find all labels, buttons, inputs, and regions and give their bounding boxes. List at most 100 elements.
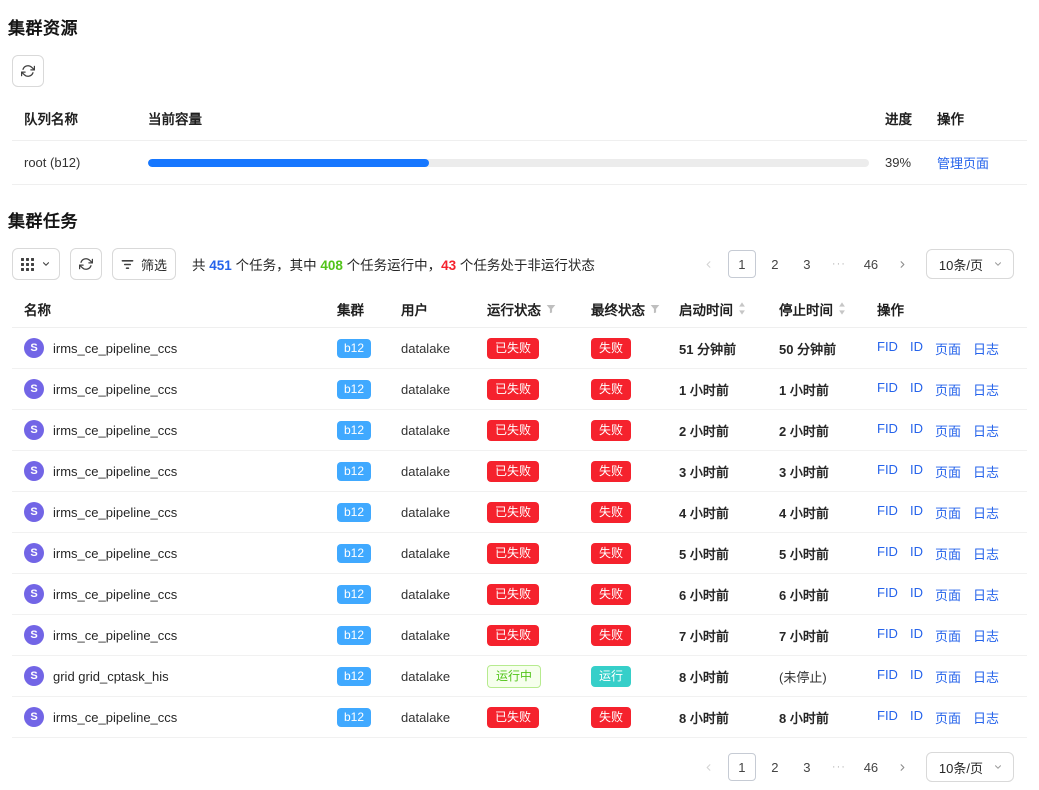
page-link[interactable]: 页面	[935, 462, 961, 481]
next-page-button[interactable]	[890, 251, 916, 277]
page-link[interactable]: 页面	[935, 503, 961, 522]
log-link[interactable]: 日志	[973, 421, 999, 440]
id-link[interactable]: ID	[910, 585, 923, 604]
page-link[interactable]: 页面	[935, 421, 961, 440]
id-link[interactable]: ID	[910, 544, 923, 563]
chevron-down-icon	[41, 259, 51, 269]
next-page-button[interactable]	[890, 754, 916, 780]
user-cell: datalake	[401, 382, 487, 397]
cluster-tag: b12	[337, 585, 371, 604]
id-link[interactable]: ID	[910, 667, 923, 686]
page-button-last[interactable]: 46	[858, 251, 884, 277]
user-cell: datalake	[401, 341, 487, 356]
id-link[interactable]: ID	[910, 503, 923, 522]
resources-table-header: 队列名称 当前容量 进度 操作	[12, 95, 1027, 141]
page-link[interactable]: 页面	[935, 708, 961, 727]
page-button-3[interactable]: 3	[794, 251, 820, 277]
start-time-header-label: 启动时间	[679, 299, 733, 319]
fid-link[interactable]: FID	[877, 544, 898, 563]
page-size-select[interactable]: 10条/页	[926, 752, 1014, 782]
log-link[interactable]: 日志	[973, 380, 999, 399]
fid-link[interactable]: FID	[877, 339, 898, 358]
column-settings-button[interactable]	[12, 248, 60, 280]
fid-link[interactable]: FID	[877, 503, 898, 522]
log-link[interactable]: 日志	[973, 462, 999, 481]
fid-link[interactable]: FID	[877, 585, 898, 604]
page-button-1[interactable]: 1	[728, 753, 756, 781]
id-link[interactable]: ID	[910, 462, 923, 481]
log-link[interactable]: 日志	[973, 708, 999, 727]
id-link[interactable]: ID	[910, 339, 923, 358]
fid-link[interactable]: FID	[877, 462, 898, 481]
log-link[interactable]: 日志	[973, 585, 999, 604]
resources-toolbar	[12, 55, 1039, 87]
tasks-refresh-button[interactable]	[70, 248, 102, 280]
log-link[interactable]: 日志	[973, 544, 999, 563]
start-time: 7 小时前	[679, 626, 779, 645]
stop-time-header: 停止时间	[779, 299, 877, 319]
user-cell: datalake	[401, 423, 487, 438]
log-link[interactable]: 日志	[973, 667, 999, 686]
log-link[interactable]: 日志	[973, 339, 999, 358]
sort-icon[interactable]	[738, 302, 746, 315]
start-time: 1 小时前	[679, 380, 779, 399]
run-status-badge: 已失败	[487, 625, 539, 646]
run-status-badge: 已失败	[487, 584, 539, 605]
user-cell: datalake	[401, 587, 487, 602]
table-row: S irms_ce_pipeline_ccs b12 datalake 已失败 …	[12, 574, 1027, 615]
page-link[interactable]: 页面	[935, 544, 961, 563]
page-button-last[interactable]: 46	[858, 754, 884, 780]
avatar: S	[24, 461, 44, 481]
run-status-badge: 已失败	[487, 420, 539, 441]
stopped-count: 43	[441, 258, 456, 273]
run-status-badge: 已失败	[487, 543, 539, 564]
id-link[interactable]: ID	[910, 421, 923, 440]
running-count: 408	[320, 258, 343, 273]
log-link[interactable]: 日志	[973, 626, 999, 645]
fid-link[interactable]: FID	[877, 626, 898, 645]
page-link[interactable]: 页面	[935, 667, 961, 686]
resources-refresh-button[interactable]	[12, 55, 44, 87]
page-button-2[interactable]: 2	[762, 251, 788, 277]
page-link[interactable]: 页面	[935, 585, 961, 604]
stop-time: 7 小时前	[779, 626, 877, 645]
page-link[interactable]: 页面	[935, 626, 961, 645]
filter-icon[interactable]	[546, 304, 556, 314]
run-status-badge: 已失败	[487, 338, 539, 359]
page-size-select[interactable]: 10条/页	[926, 249, 1014, 279]
page-ellipsis[interactable]: ···	[826, 754, 852, 780]
final-status-badge: 失败	[591, 379, 631, 400]
page-link[interactable]: 页面	[935, 380, 961, 399]
table-row: S irms_ce_pipeline_ccs b12 datalake 已失败 …	[12, 533, 1027, 574]
page-button-2[interactable]: 2	[762, 754, 788, 780]
page-size-value: 10条/页	[939, 255, 983, 274]
filter-button[interactable]: 筛选	[112, 248, 176, 280]
prev-page-button[interactable]	[696, 251, 722, 277]
fid-link[interactable]: FID	[877, 380, 898, 399]
task-name: grid grid_cptask_his	[53, 669, 169, 684]
id-link[interactable]: ID	[910, 708, 923, 727]
sort-icon[interactable]	[838, 302, 846, 315]
page-link[interactable]: 页面	[935, 339, 961, 358]
run-status-badge: 已失败	[487, 707, 539, 728]
fid-link[interactable]: FID	[877, 667, 898, 686]
fid-link[interactable]: FID	[877, 708, 898, 727]
task-name: irms_ce_pipeline_ccs	[53, 546, 177, 561]
run-status-badge: 已失败	[487, 379, 539, 400]
filter-icon[interactable]	[650, 304, 660, 314]
prev-page-button[interactable]	[696, 754, 722, 780]
id-link[interactable]: ID	[910, 626, 923, 645]
page-button-1[interactable]: 1	[728, 250, 756, 278]
fid-link[interactable]: FID	[877, 421, 898, 440]
task-name: irms_ce_pipeline_ccs	[53, 505, 177, 520]
manage-page-link[interactable]: 管理页面	[937, 156, 989, 171]
page-button-3[interactable]: 3	[794, 754, 820, 780]
task-name: irms_ce_pipeline_ccs	[53, 423, 177, 438]
page-ellipsis[interactable]: ···	[826, 251, 852, 277]
table-row: S irms_ce_pipeline_ccs b12 datalake 已失败 …	[12, 369, 1027, 410]
avatar: S	[24, 584, 44, 604]
log-link[interactable]: 日志	[973, 503, 999, 522]
id-link[interactable]: ID	[910, 380, 923, 399]
summary-text: 共	[192, 258, 209, 273]
start-time: 51 分钟前	[679, 339, 779, 358]
